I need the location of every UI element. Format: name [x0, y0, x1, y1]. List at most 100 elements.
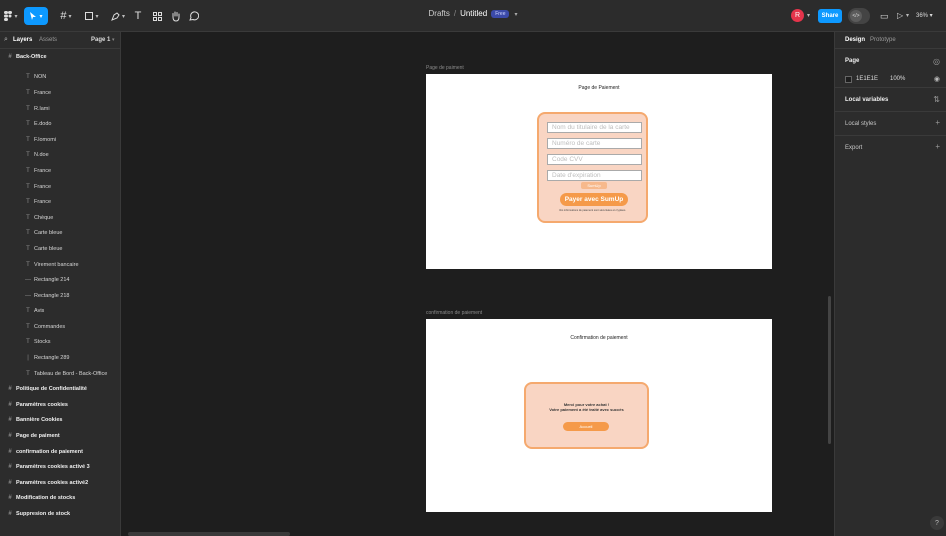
- hand-tool-button[interactable]: [169, 7, 183, 25]
- layer-row[interactable]: T France: [0, 163, 120, 179]
- layer-row[interactable]: T F.lomomi: [0, 132, 120, 148]
- frame-label[interactable]: Page de paiment: [426, 65, 464, 71]
- zoom-level[interactable]: 36% ▾: [916, 12, 933, 19]
- layer-row[interactable]: T Carte bleue: [0, 241, 120, 257]
- page-selector[interactable]: Page 1: [91, 37, 110, 43]
- text-layer-icon: T: [26, 214, 30, 221]
- layer-row[interactable]: T Chèque: [0, 210, 120, 226]
- layer-row[interactable]: T Avis: [0, 304, 120, 320]
- figma-logo-icon[interactable]: ▾: [4, 7, 18, 25]
- comment-tool-button[interactable]: [187, 7, 201, 25]
- add-icon[interactable]: +: [935, 118, 940, 127]
- layer-label: Politique de Confidentialité: [16, 386, 87, 393]
- layer-row[interactable]: # Paramètres cookies: [0, 397, 120, 413]
- chevron-down-icon[interactable]: ▾: [906, 12, 909, 19]
- layer-label: Modification de stocks: [16, 495, 76, 502]
- card-number-field[interactable]: Numéro de carte: [547, 138, 642, 149]
- layer-row[interactable]: T France: [0, 179, 120, 195]
- frame-confirmation-de-paiement[interactable]: Confirmation de paiement Merci pour votr…: [426, 319, 772, 512]
- sumup-logo: SumUp: [581, 182, 607, 189]
- background-swatch[interactable]: [845, 76, 852, 83]
- pen-tool-button[interactable]: ▾: [108, 7, 128, 25]
- variables-icon[interactable]: ⇅: [933, 95, 940, 104]
- frame-tool-button[interactable]: # ▾: [56, 7, 76, 25]
- pen-icon: [111, 11, 120, 21]
- toggle-icon[interactable]: ◎: [933, 57, 940, 66]
- cvv-field[interactable]: Code CVV: [547, 154, 642, 165]
- layer-row[interactable]: T R.lami: [0, 101, 120, 117]
- layer-row[interactable]: # Modification de stocks: [0, 491, 120, 507]
- layer-row[interactable]: # Paramètres cookies activé 3: [0, 459, 120, 475]
- horizontal-scrollbar[interactable]: [128, 532, 290, 536]
- eye-icon[interactable]: ◉: [934, 75, 940, 83]
- layer-row[interactable]: # Suppresion de stock: [0, 506, 120, 522]
- frame-label[interactable]: confirmation de paiement: [426, 310, 482, 316]
- layer-label: Suppresion de stock: [16, 511, 71, 518]
- design-panel: Design Prototype Page ◎ 1E1E1E 100% ◉ Lo…: [834, 32, 946, 536]
- add-icon[interactable]: +: [935, 142, 940, 151]
- background-opacity-input[interactable]: 100%: [890, 76, 905, 82]
- layer-label: Rectangle 214: [34, 277, 70, 284]
- tab-layers[interactable]: Layers: [13, 37, 32, 43]
- help-button[interactable]: ?: [930, 516, 944, 530]
- layer-row[interactable]: — Rectangle 214: [0, 272, 120, 288]
- share-button[interactable]: Share: [818, 9, 842, 23]
- layer-row[interactable]: # confirmation de paiement: [0, 444, 120, 460]
- layer-row[interactable]: T NON: [0, 70, 120, 86]
- layer-row[interactable]: T Stocks: [0, 335, 120, 351]
- avatar[interactable]: R: [791, 9, 804, 22]
- layer-row[interactable]: T N.doe: [0, 148, 120, 164]
- search-icon[interactable]: ⌕: [4, 36, 8, 44]
- cardholder-name-field[interactable]: Nom du titulaire de la carte: [547, 122, 642, 133]
- local-styles-section: Local styles +: [835, 112, 946, 136]
- tab-prototype[interactable]: Prototype: [870, 37, 896, 43]
- home-button[interactable]: Accueil: [563, 422, 609, 431]
- frame-page-de-paiement[interactable]: Page de Paiement Nom du titulaire de la …: [426, 74, 772, 269]
- layer-row[interactable]: T France: [0, 194, 120, 210]
- file-name[interactable]: Untitled: [460, 9, 487, 18]
- resources-tool-button[interactable]: [150, 7, 164, 25]
- page-section: Page ◎ 1E1E1E 100% ◉: [835, 49, 946, 88]
- layer-row[interactable]: T Commandes: [0, 319, 120, 335]
- folder-link[interactable]: Drafts: [429, 9, 450, 18]
- background-hex-input[interactable]: 1E1E1E: [856, 76, 878, 82]
- layer-row[interactable]: # Paramètres cookies activé2: [0, 475, 120, 491]
- layer-label: Paramètres cookies activé 3: [16, 464, 90, 471]
- pay-button[interactable]: Payer avec SumUp: [560, 193, 628, 206]
- layer-row[interactable]: | Rectangle 289: [0, 350, 120, 366]
- layer-row[interactable]: # Bannière Cookies: [0, 413, 120, 429]
- layer-label: Virement bancaire: [34, 261, 79, 268]
- local-variables-heading[interactable]: Local variables: [845, 97, 888, 103]
- dev-mode-toggle[interactable]: </>: [848, 8, 870, 24]
- vertical-scrollbar[interactable]: [828, 296, 831, 444]
- text-layer-icon: T: [26, 339, 30, 346]
- layer-row[interactable]: T France: [0, 85, 120, 101]
- play-icon[interactable]: ▷: [897, 11, 903, 20]
- chevron-down-icon[interactable]: ▾: [807, 12, 810, 19]
- layer-row[interactable]: T Carte bleue: [0, 226, 120, 242]
- shape-tool-button[interactable]: ▾: [82, 7, 102, 25]
- chevron-down-icon[interactable]: ▾: [112, 37, 115, 43]
- comment-icon: [189, 11, 199, 21]
- layer-row[interactable]: T E.dodo: [0, 116, 120, 132]
- export-heading: Export: [845, 145, 863, 151]
- hash-icon: #: [60, 10, 67, 22]
- text-tool-button[interactable]: T: [132, 7, 144, 25]
- frame-heading: Page de Paiement: [578, 85, 620, 91]
- layer-row[interactable]: # Back-Office: [0, 49, 120, 65]
- expiry-date-field[interactable]: Date d'expiration: [547, 170, 642, 181]
- layer-row[interactable]: T Virement bancaire: [0, 257, 120, 273]
- frame-icon: #: [8, 495, 12, 502]
- tab-design[interactable]: Design: [845, 37, 865, 43]
- layer-row[interactable]: # Politique de Confidentialité: [0, 381, 120, 397]
- layer-row[interactable]: T Tableau de Bord - Back-Office: [0, 366, 120, 382]
- layer-row[interactable]: — Rectangle 218: [0, 288, 120, 304]
- layer-label: Stocks: [34, 339, 51, 346]
- plan-badge[interactable]: Free: [491, 10, 510, 18]
- tab-assets[interactable]: Assets: [39, 37, 57, 43]
- move-tool-button[interactable]: ▾: [24, 7, 48, 25]
- library-icon[interactable]: ▭: [880, 11, 889, 22]
- chevron-down-icon[interactable]: ▾: [514, 12, 517, 18]
- layer-row[interactable]: # Page de paiment: [0, 428, 120, 444]
- frame-icon: #: [8, 433, 12, 440]
